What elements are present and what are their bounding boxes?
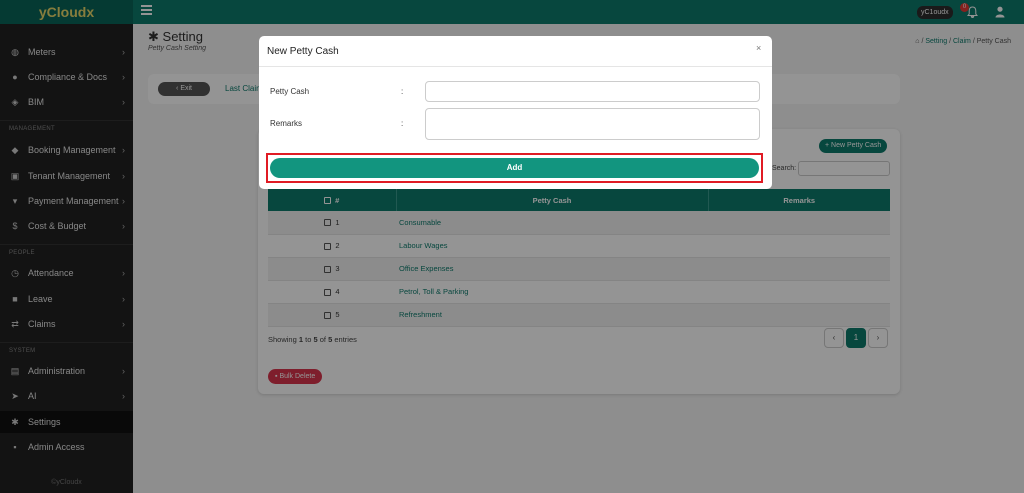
remarks-textarea[interactable]: [425, 108, 760, 140]
modal-divider: [259, 66, 772, 67]
remarks-label: Remarks: [270, 119, 303, 128]
close-icon[interactable]: ×: [756, 43, 761, 53]
colon-separator: :: [401, 87, 404, 96]
highlight-box: [266, 153, 763, 183]
new-petty-cash-modal: New Petty Cash × Petty Cash : Remarks : …: [259, 36, 772, 189]
petty-cash-input[interactable]: [425, 81, 760, 102]
colon-separator: :: [401, 119, 404, 128]
modal-title: New Petty Cash: [267, 46, 339, 57]
petty-cash-label: Petty Cash: [270, 87, 310, 96]
